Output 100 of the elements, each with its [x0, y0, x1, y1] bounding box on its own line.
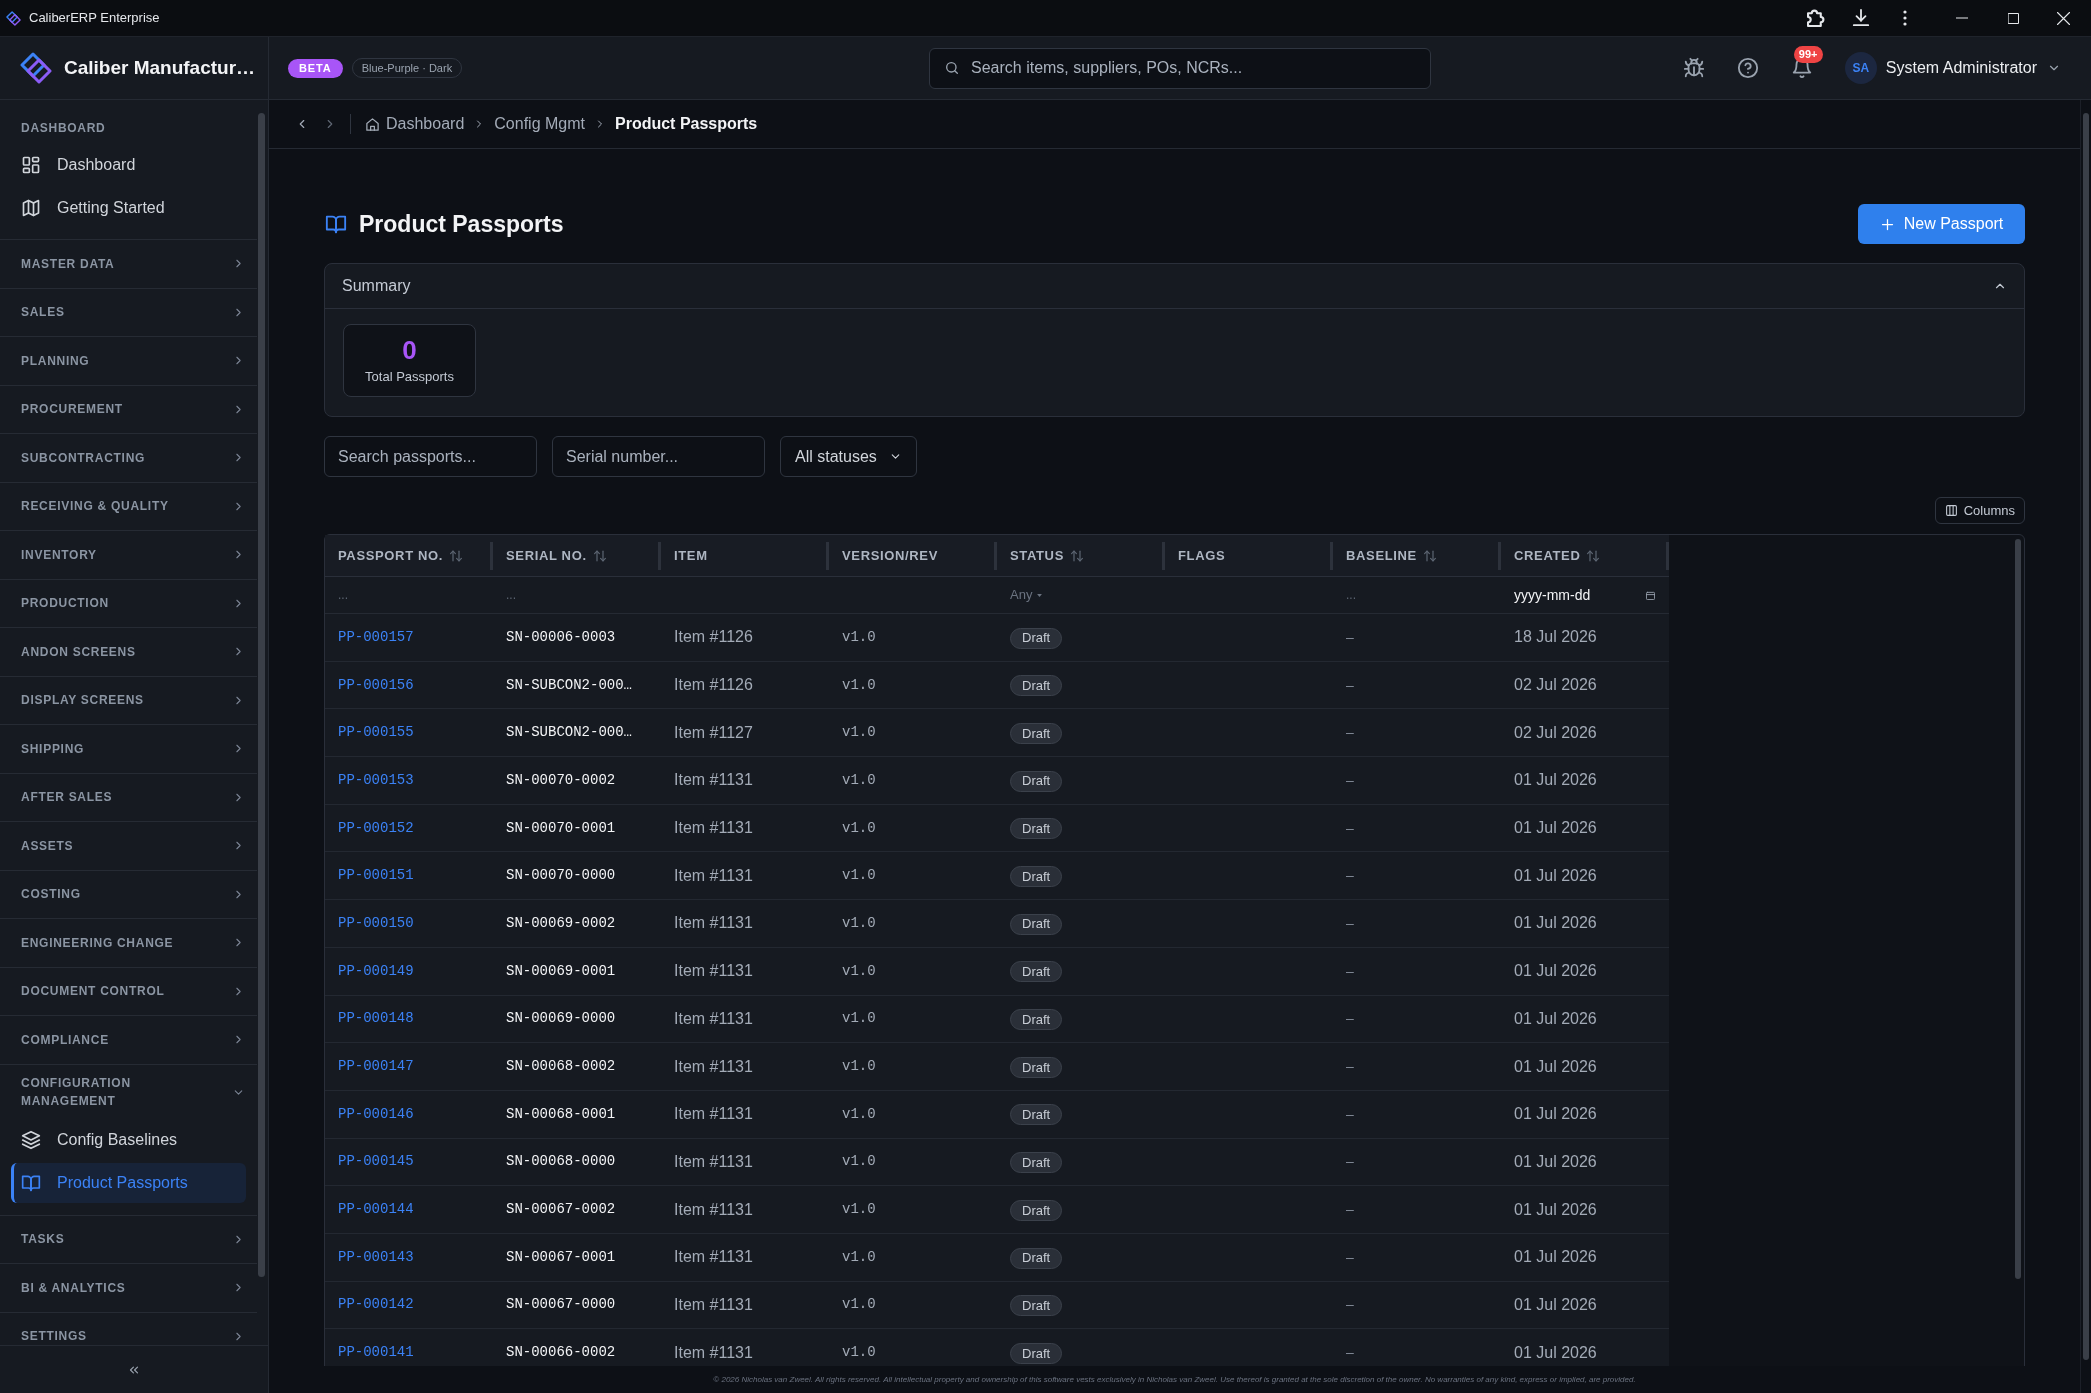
table-cell-text: Item #1127	[674, 722, 753, 743]
close-icon[interactable]	[2057, 11, 2070, 25]
table-cell-text: –	[1346, 770, 1354, 790]
help-icon[interactable]	[1736, 57, 1759, 79]
table-cell-text: 18 Jul 2026	[1514, 627, 1597, 648]
status-badge: Draft	[1010, 1295, 1063, 1317]
columns-button[interactable]: Columns	[1934, 497, 2025, 524]
sidebar-group[interactable]: ANDON SCREENS	[0, 628, 257, 676]
sidebar-group[interactable]: SALES	[0, 288, 257, 336]
sidebar-group[interactable]: DISPLAY SCREENS	[0, 676, 257, 724]
passport-link[interactable]: PP-000143	[338, 1246, 414, 1268]
column-header[interactable]: BASELINE	[1333, 535, 1501, 576]
table-cell-text: SN-00070-0002	[506, 770, 616, 790]
sidebar-group[interactable]: SETTINGS	[0, 1312, 257, 1345]
table-cell-text: Item #1131	[674, 1199, 753, 1220]
app-name: Caliber Manufactur…	[64, 55, 256, 80]
table-cell-text: SN-00067-0001	[506, 1247, 616, 1267]
search-field[interactable]: Search passports...	[324, 436, 537, 477]
sidebar-group[interactable]: INVENTORY	[0, 531, 257, 579]
caret-down-icon	[1037, 593, 1043, 597]
download-icon[interactable]	[1852, 9, 1870, 27]
scrollbar-thumb[interactable]	[2015, 539, 2021, 1279]
column-header[interactable]: PASSPORT NO.	[325, 535, 493, 576]
passport-link[interactable]: PP-000152	[338, 817, 414, 839]
passport-link[interactable]: PP-000142	[338, 1294, 414, 1316]
stat-label: Total Passports	[365, 367, 454, 386]
breadcrumb-link[interactable]: Product Passports	[615, 112, 758, 136]
passport-link[interactable]: PP-000150	[338, 912, 414, 934]
serial-number-field[interactable]: Serial number...	[552, 436, 765, 477]
sidebar-group[interactable]: TASKS	[0, 1215, 257, 1263]
maximize-icon[interactable]	[2008, 12, 2019, 24]
table-cell-text: SN-00067-0000	[506, 1295, 616, 1315]
more-options-icon[interactable]	[1903, 10, 1907, 26]
bug-icon[interactable]	[1682, 57, 1705, 79]
passport-link[interactable]: PP-000145	[338, 1151, 414, 1173]
breadcrumb-link[interactable]: Dashboard	[386, 112, 465, 136]
passport-link[interactable]: PP-000146	[338, 1103, 414, 1125]
passport-link[interactable]: PP-000153	[338, 769, 414, 791]
sidebar-group[interactable]: ASSETS	[0, 822, 257, 870]
sidebar-item[interactable]: Getting Started	[11, 188, 246, 228]
sidebar-item[interactable]: Product Passports	[11, 1162, 246, 1203]
sidebar-item[interactable]: Dashboard	[11, 145, 246, 185]
passport-link[interactable]: PP-000141	[338, 1342, 414, 1364]
table-cell-text: Item #1131	[674, 1342, 753, 1363]
status-badge: Draft	[1010, 961, 1063, 983]
search-field[interactable]: Search items, suppliers, POs, NCRs...	[929, 47, 1431, 89]
status-badge: Draft	[1010, 866, 1063, 888]
sidebar-group[interactable]: PRODUCTION	[0, 579, 257, 627]
sidebar-group[interactable]: CONFIGURATION MANAGEMENT	[0, 1064, 257, 1120]
passport-link[interactable]: PP-000148	[338, 1008, 414, 1030]
passport-link[interactable]: PP-000155	[338, 722, 414, 744]
column-header[interactable]: STATUS	[997, 535, 1165, 576]
breadcrumb-link[interactable]: Config Mgmt	[494, 112, 585, 136]
table-cell-text: –	[1346, 1152, 1354, 1172]
column-filter-field[interactable]: ...	[1333, 577, 1501, 613]
new-passport-button[interactable]: New Passport	[1858, 204, 2025, 244]
sidebar-group[interactable]: MASTER DATA	[0, 240, 257, 288]
sidebar-group[interactable]: COSTING	[0, 870, 257, 918]
status-badge: Draft	[1010, 1056, 1063, 1078]
passport-link[interactable]: PP-000157	[338, 626, 414, 648]
calendar-icon[interactable]	[1646, 590, 1655, 600]
user-avatar[interactable]: SA	[1844, 52, 1877, 84]
sidebar-group[interactable]: SHIPPING	[0, 725, 257, 773]
table-cell-text: SN-00066-0002	[506, 1343, 616, 1363]
sidebar-group[interactable]: PROCUREMENT	[0, 385, 257, 433]
window-title: CaliberERP Enterprise	[29, 9, 160, 28]
sidebar-group[interactable]: PLANNING	[0, 337, 257, 385]
column-filter-dropdown[interactable]: Any	[1010, 585, 1043, 605]
column-header: VERSION/REV	[829, 535, 997, 576]
passport-link[interactable]: PP-000147	[338, 1056, 414, 1078]
sidebar-item[interactable]: Config Baselines	[11, 1119, 246, 1160]
user-name[interactable]: System Administrator	[1885, 56, 2037, 80]
date-filter-field[interactable]: yyyy-mm-dd	[1514, 583, 1614, 607]
passport-link[interactable]: PP-000151	[338, 865, 414, 887]
sidebar-group[interactable]: RECEIVING & QUALITY	[0, 482, 257, 530]
sidebar-group[interactable]: DOCUMENT CONTROL	[0, 967, 257, 1015]
table-cell-text: v1.0	[842, 1200, 876, 1220]
sidebar-group[interactable]: ENGINEERING CHANGE	[0, 919, 257, 967]
table-cell-text: v1.0	[842, 723, 876, 743]
passport-link[interactable]: PP-000144	[338, 1199, 414, 1221]
sidebar-group[interactable]: BI & ANALYTICS	[0, 1264, 257, 1312]
table-cell-text: SN-00069-0001	[506, 961, 616, 981]
passport-link[interactable]: PP-000156	[338, 674, 414, 696]
sidebar-group[interactable]: AFTER SALES	[0, 773, 257, 821]
table-cell-text: 01 Jul 2026	[1514, 1151, 1597, 1172]
column-filter-field[interactable]: ...	[325, 577, 493, 613]
column-header[interactable]: SERIAL NO.	[493, 535, 661, 576]
puzzle-piece-icon[interactable]	[1807, 9, 1825, 27]
scrollbar-thumb[interactable]	[258, 113, 265, 1277]
table-cell-text: v1.0	[842, 1343, 876, 1363]
passport-link[interactable]: PP-000149	[338, 960, 414, 982]
sidebar-group[interactable]: SUBCONTRACTING	[0, 434, 257, 482]
table-cell-text: SN-00069-0002	[506, 913, 616, 933]
column-header[interactable]: CREATED	[1501, 535, 1669, 576]
status-filter-dropdown[interactable]: All statuses	[780, 436, 917, 477]
sidebar-group[interactable]: COMPLIANCE	[0, 1016, 257, 1064]
scrollbar-thumb[interactable]	[2083, 113, 2089, 1360]
table-cell-text: SN-00069-0000	[506, 1009, 616, 1029]
column-filter-field[interactable]: ...	[493, 577, 661, 613]
table-cell-text: –	[1346, 1295, 1354, 1315]
